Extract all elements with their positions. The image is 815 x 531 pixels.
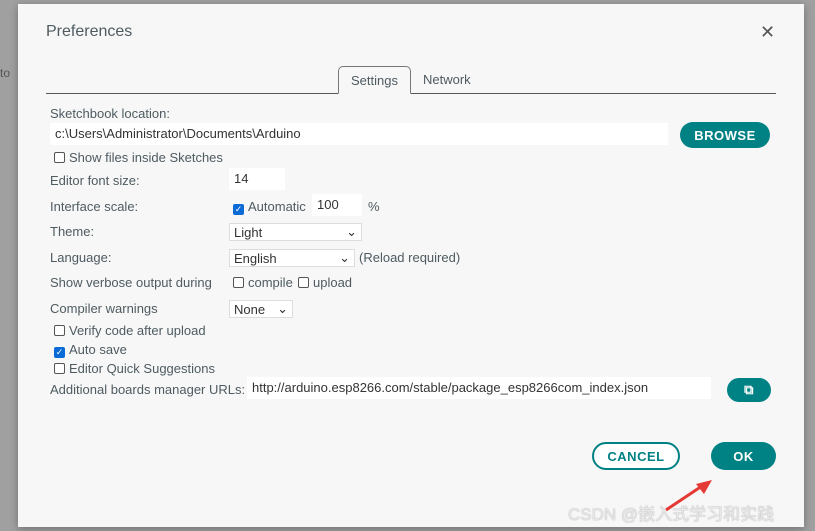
close-icon[interactable]: ✕ [760,22,775,43]
font-size-input[interactable]: 14 [229,168,285,190]
scale-label: Interface scale: [50,199,139,214]
theme-label: Theme: [50,224,95,239]
chevron-down-icon: ⌄ [346,224,357,239]
background-text: to [0,66,11,80]
font-size-label: Editor font size: [50,173,140,188]
checkbox-checked-icon[interactable]: ✓ [233,204,244,215]
checkbox-icon[interactable] [298,277,309,288]
cancel-button[interactable]: CANCEL [592,442,680,470]
warnings-select[interactable]: None ⌄ [229,300,293,318]
checkbox-icon[interactable] [54,363,65,374]
language-value: English [234,250,277,266]
theme-select[interactable]: Light ⌄ [229,223,362,241]
compile-label: compile [248,275,293,290]
upload-label: upload [313,275,353,290]
tab-settings[interactable]: Settings [338,66,411,94]
checkbox-icon[interactable] [233,277,244,288]
preferences-dialog: Preferences ✕ Settings Network Sketchboo… [18,4,804,527]
browse-button[interactable]: BROWSE [680,122,770,148]
automatic-checkbox[interactable]: ✓ Automatic [233,199,306,215]
quick-suggestions-checkbox[interactable]: Editor Quick Suggestions [54,361,215,376]
urls-input[interactable]: http://arduino.esp8266.com/stable/packag… [247,377,711,399]
chevron-down-icon: ⌄ [339,250,350,265]
sketchbook-label: Sketchbook location: [50,106,170,121]
autosave-label: Auto save [69,342,127,357]
urls-edit-button[interactable]: ⧉ [727,378,771,402]
urls-label: Additional boards manager URLs: [50,382,246,397]
sketchbook-input[interactable]: c:\Users\Administrator\Documents\Arduino [50,123,668,145]
quick-suggestions-label: Editor Quick Suggestions [69,361,215,376]
autosave-checkbox[interactable]: ✓ Auto save [54,342,127,358]
watermark: CSDN @嵌入式学习和实践 [568,505,775,524]
upload-checkbox[interactable]: upload [298,275,352,290]
automatic-label: Automatic [248,199,306,214]
scale-input[interactable]: 100 [312,194,362,216]
compile-checkbox[interactable]: compile [233,275,293,290]
show-files-checkbox[interactable]: Show files inside Sketches [54,150,223,165]
checkbox-icon[interactable] [54,152,65,163]
scale-unit: % [368,199,380,214]
chevron-down-icon: ⌄ [277,301,288,316]
dialog-title: Preferences [46,23,133,40]
theme-value: Light [234,224,263,240]
warnings-value: None [234,301,266,317]
verify-label: Verify code after upload [69,323,206,338]
verify-checkbox[interactable]: Verify code after upload [54,323,206,338]
checkbox-icon[interactable] [54,325,65,336]
language-label: Language: [50,250,112,265]
reload-note: (Reload required) [359,250,461,265]
warnings-label: Compiler warnings [50,301,158,316]
open-window-icon: ⧉ [744,382,754,397]
verbose-label: Show verbose output during [50,275,212,290]
tab-network[interactable]: Network [411,66,483,94]
show-files-label: Show files inside Sketches [69,150,223,165]
ok-button[interactable]: OK [711,442,776,470]
checkbox-checked-icon[interactable]: ✓ [54,347,65,358]
language-select[interactable]: English ⌄ [229,249,355,267]
